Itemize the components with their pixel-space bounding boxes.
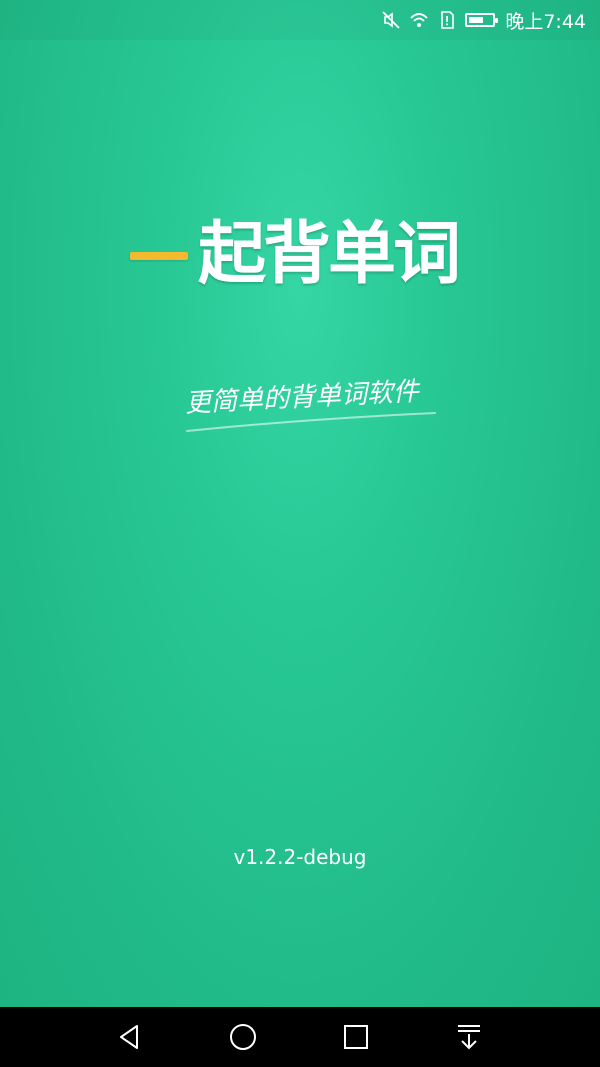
back-icon	[120, 1025, 138, 1049]
status-time: 晚上7:44	[505, 10, 586, 33]
home-button[interactable]	[221, 1015, 265, 1059]
notification-pull-icon	[458, 1025, 480, 1050]
slogan-underline-stroke	[186, 412, 436, 432]
logo-dash-mark	[130, 252, 188, 260]
mute-icon	[382, 11, 400, 29]
slogan-block: 更简单的背单词软件	[184, 377, 445, 443]
status-bar: 晚上7:44	[0, 0, 600, 40]
battery-icon	[465, 13, 499, 27]
version-label: v1.2.2-debug	[233, 845, 367, 869]
sim-alert-icon	[441, 11, 455, 29]
notification-pull-button[interactable]	[447, 1015, 491, 1059]
wifi-icon	[410, 13, 428, 27]
splash-screen: 晚上7:44 起背单词 更简单的背单词软件 v1.2.2-debug	[0, 0, 600, 1007]
app-title: 起背单词	[198, 215, 461, 294]
home-icon	[230, 1024, 256, 1050]
app-logo: 起背单词	[0, 208, 600, 308]
navigation-bar	[0, 1007, 600, 1067]
recents-button[interactable]	[334, 1015, 378, 1059]
status-icons: 晚上7:44	[381, 8, 586, 33]
recents-icon	[344, 1025, 368, 1049]
back-button[interactable]	[108, 1015, 152, 1059]
